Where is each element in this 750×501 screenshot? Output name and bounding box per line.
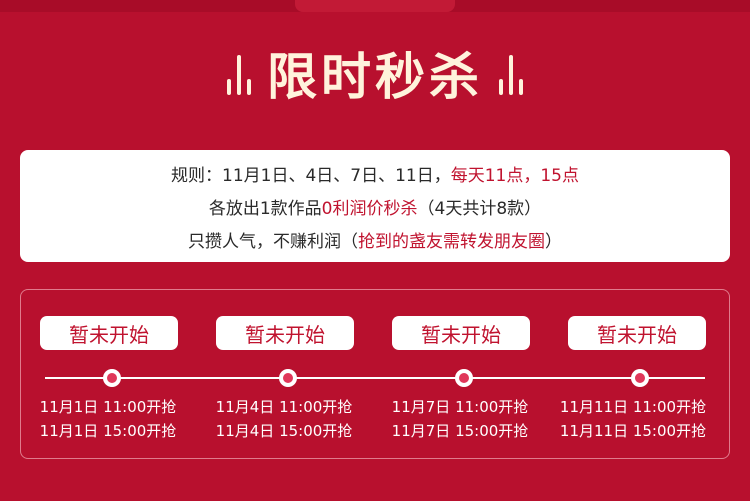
time-slot-2: 11月4日 15:00开抢 (215, 422, 353, 440)
schedule-slot-1: 暂未开始 11月1日 11:00开抢 11月1日 15:00开抢 (33, 290, 183, 460)
title-banner: 限时秒杀 (0, 38, 750, 108)
timeline-dot (103, 369, 121, 387)
time-slot-2: 11月1日 15:00开抢 (39, 422, 177, 440)
time-slot-1: 11月11日 11:00开抢 (559, 398, 707, 416)
status-button[interactable]: 暂未开始 (216, 316, 354, 350)
rule-line-1-highlight: 每天11点，15点 (450, 165, 579, 186)
schedule-panel: 暂未开始 11月1日 11:00开抢 11月1日 15:00开抢 暂未开始 11… (20, 289, 730, 459)
time-slot-1: 11月1日 11:00开抢 (39, 398, 177, 416)
time-slot-2: 11月7日 15:00开抢 (391, 422, 529, 440)
rule-line-1: 规则：11月1日、4日、7日、11日，每天11点，15点 (171, 161, 579, 186)
rules-card: 规则：11月1日、4日、7日、11日，每天11点，15点 各放出1款作品0利润价… (20, 150, 730, 262)
time-slot-1: 11月7日 11:00开抢 (391, 398, 529, 416)
rule-line-2: 各放出1款作品0利润价秒杀（4天共计8款） (209, 194, 541, 219)
top-strip (0, 0, 750, 12)
status-button[interactable]: 暂未开始 (568, 316, 706, 350)
rule-line-3-text: 只攒人气，不赚利润（ (188, 231, 358, 252)
rule-line-3: 只攒人气，不赚利润（抢到的盏友需转发朋友圈） (188, 227, 562, 252)
left-ornament (227, 51, 251, 95)
timeline-dot (455, 369, 473, 387)
schedule-slot-4: 暂未开始 11月11日 11:00开抢 11月11日 15:00开抢 (560, 290, 711, 460)
status-button[interactable]: 暂未开始 (40, 316, 178, 350)
timeline-dot (631, 369, 649, 387)
rule-line-1-text: 规则：11月1日、4日、7日、11日， (171, 165, 451, 186)
top-tab (295, 0, 455, 12)
rule-line-2-text: 各放出1款作品 (208, 198, 322, 219)
rule-line-3-highlight: 抢到的盏友需转发朋友圈 (358, 231, 545, 252)
schedule-slot-3: 暂未开始 11月7日 11:00开抢 11月7日 15:00开抢 (385, 290, 535, 460)
rule-line-3-suffix: ） (545, 231, 562, 252)
time-slot-1: 11月4日 11:00开抢 (215, 398, 353, 416)
page-title: 限时秒杀 (267, 48, 483, 106)
rule-line-2-highlight: 0利润价秒杀 (321, 198, 418, 219)
rule-line-2-suffix: （4天共计8款） (417, 198, 542, 219)
time-slot-2: 11月11日 15:00开抢 (559, 422, 707, 440)
schedule-slot-2: 暂未开始 11月4日 11:00开抢 11月4日 15:00开抢 (209, 290, 359, 460)
status-button[interactable]: 暂未开始 (392, 316, 530, 350)
timeline-dot (279, 369, 297, 387)
right-ornament (499, 51, 523, 95)
